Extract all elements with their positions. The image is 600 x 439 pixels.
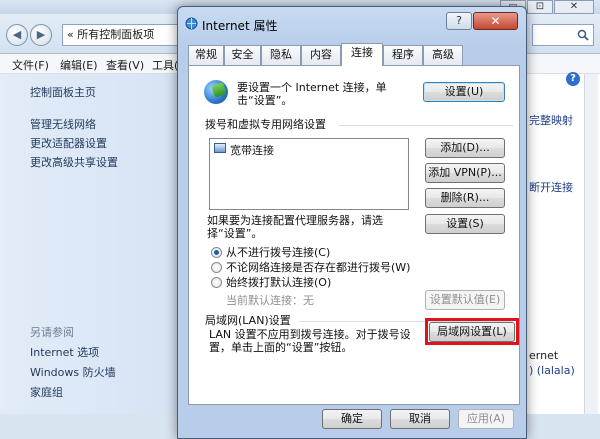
back-button[interactable]: ◀: [6, 24, 28, 46]
tab-advanced[interactable]: 高级: [423, 45, 463, 65]
add-vpn-button[interactable]: 添加 VPN(P)...: [425, 163, 505, 183]
proxy-description: 如果要为连接配置代理服务器，请选择“设置”。: [207, 214, 383, 240]
internet-properties-dialog: Internet 属性 ? ✕ 常规 安全 隐私 内容 连接 程序 高级 要设置…: [177, 6, 527, 439]
current-default-caption: 当前默认连接：: [226, 294, 303, 307]
add-button[interactable]: 添加(D)...: [425, 138, 505, 158]
network-name-fragment: ernet: [529, 349, 559, 362]
remove-button[interactable]: 删除(R)...: [425, 188, 505, 208]
tab-security[interactable]: 安全: [224, 45, 261, 65]
broadband-connection-icon: [214, 143, 226, 153]
set-default-button: 设置默认值(E): [425, 290, 505, 310]
tab-general[interactable]: 常规: [188, 45, 224, 65]
sidebar-windows-firewall[interactable]: Windows 防火墙: [30, 364, 116, 380]
dialog-close-button[interactable]: ✕: [473, 12, 518, 30]
current-default-value: 无: [303, 294, 314, 307]
sidebar-homegroup[interactable]: 家庭组: [30, 384, 63, 400]
apply-button: 应用(A): [458, 409, 514, 429]
setup-description: 要设置一个 Internet 连接，单击“设置”。: [237, 81, 387, 107]
search-icon: [577, 29, 589, 41]
address-chevron-icon[interactable]: «: [67, 28, 74, 41]
network-user-fragment[interactable]: ) (lalala): [529, 364, 575, 377]
radio-dial-whenever[interactable]: [211, 262, 222, 273]
radio-always-dial-label[interactable]: 始终拨打默认连接(O): [226, 276, 331, 289]
menu-view[interactable]: 查看(V): [106, 57, 144, 73]
settings-button[interactable]: 设置(S): [425, 214, 505, 234]
dialup-group-divider: [339, 125, 513, 126]
address-text: 所有控制面板项: [77, 28, 155, 41]
connections-panel: 要设置一个 Internet 连接，单击“设置”。 设置(U) 拨号和虚拟专用网…: [188, 65, 520, 405]
lan-settings-highlight: [425, 318, 519, 345]
tab-strip: 常规 安全 隐私 内容 连接 程序 高级: [188, 43, 518, 66]
setup-button[interactable]: 设置(U): [423, 82, 505, 102]
connection-item-broadband[interactable]: 宽带连接: [230, 142, 274, 158]
help-icon[interactable]: ?: [566, 72, 580, 86]
sidebar: 控制面板主页 管理无线网络 更改适配器设置 更改高级共享设置 另请参阅 Inte…: [0, 74, 182, 414]
sidebar-see-also-label: 另请参阅: [30, 326, 74, 339]
map-drive-link[interactable]: 完整映射: [529, 112, 573, 128]
internet-globe-icon: [204, 80, 228, 104]
sidebar-control-panel-home[interactable]: 控制面板主页: [30, 84, 96, 100]
radio-never-dial-label[interactable]: 从不进行拨号连接(C): [226, 246, 330, 259]
radio-always-dial[interactable]: [211, 277, 222, 288]
disconnect-link[interactable]: 断开连接: [529, 179, 573, 195]
sidebar-adapter-settings[interactable]: 更改适配器设置: [30, 135, 107, 151]
sidebar-manage-wireless[interactable]: 管理无线网络: [30, 116, 96, 132]
cancel-button[interactable]: 取消: [390, 409, 450, 429]
tab-privacy[interactable]: 隐私: [261, 45, 301, 65]
dialog-help-button[interactable]: ?: [446, 12, 472, 30]
bg-close-button[interactable]: ✕: [554, 0, 594, 14]
forward-button[interactable]: ▶: [30, 24, 52, 46]
dialup-group-label: 拨号和虚拟专用网络设置: [205, 118, 326, 131]
address-input[interactable]: « 所有控制面板项: [62, 24, 182, 46]
radio-dial-whenever-label[interactable]: 不论网络连接是否存在都进行拨号(W): [226, 261, 410, 274]
tab-content[interactable]: 内容: [301, 45, 341, 65]
tab-connections[interactable]: 连接: [341, 43, 383, 66]
bg-maximize-button[interactable]: ⊡: [527, 0, 553, 14]
tab-programs[interactable]: 程序: [383, 45, 423, 65]
current-default-label: 当前默认连接：无: [226, 294, 314, 307]
sidebar-advanced-sharing[interactable]: 更改高级共享设置: [30, 154, 118, 170]
search-input[interactable]: [532, 24, 594, 46]
sidebar-internet-options[interactable]: Internet 选项: [30, 344, 99, 360]
connection-arrow-icon: [211, 82, 227, 98]
radio-never-dial[interactable]: [211, 247, 222, 258]
connections-listbox[interactable]: 宽带连接: [209, 138, 409, 210]
vertical-scrollbar[interactable]: [584, 74, 598, 414]
ok-button[interactable]: 确定: [322, 409, 382, 429]
lan-group-label: 局域网(LAN)设置: [205, 314, 291, 327]
menu-edit[interactable]: 编辑(E): [60, 57, 98, 73]
menu-tools[interactable]: 工具(: [152, 57, 178, 73]
menu-file[interactable]: 文件(F): [12, 57, 49, 73]
ie-globe-icon: [185, 17, 198, 30]
dialog-title: Internet 属性: [202, 19, 278, 33]
lan-description: LAN 设置不应用到拨号连接。对于拨号设置，单击上面的“设置”按钮。: [209, 328, 411, 354]
